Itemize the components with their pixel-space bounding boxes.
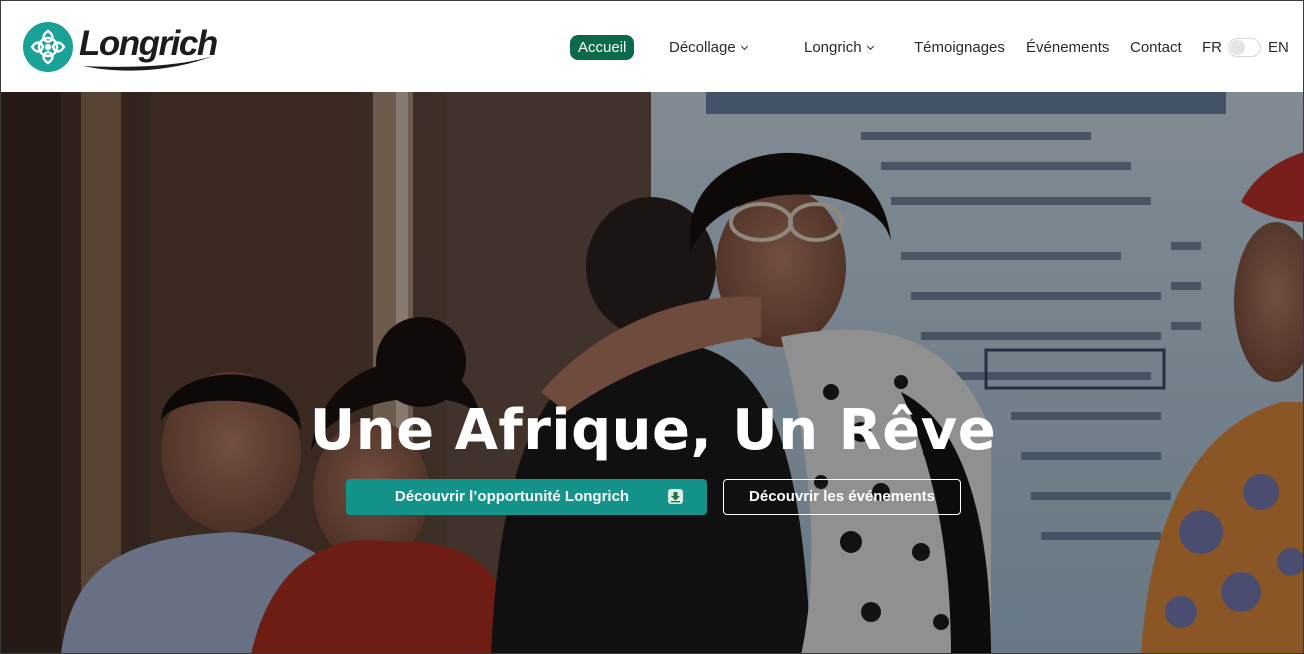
nav-item-temoignages[interactable]: Témoignages — [914, 35, 1005, 60]
nav-item-label: Longrich — [804, 39, 862, 56]
hero-section: Une Afrique, Un Rêve Découvrir l’opportu… — [1, 92, 1303, 653]
language-fr-label[interactable]: FR — [1202, 35, 1222, 60]
site-header: Longrich Accueil Décollage Longrich Témo… — [1, 1, 1303, 92]
discover-opportunity-label: Découvrir l’opportunité Longrich — [394, 488, 630, 505]
nav-item-accueil[interactable]: Accueil — [570, 35, 635, 60]
nav-item-label: Décollage — [669, 39, 736, 56]
hero-overlay — [1, 92, 1303, 653]
chevron-down-icon — [866, 42, 874, 51]
nav-item-longrich[interactable]: Longrich — [804, 35, 874, 60]
language-en-label[interactable]: EN — [1268, 35, 1289, 60]
toggle-knob — [1230, 40, 1245, 55]
discover-events-button[interactable]: Découvrir les événements — [723, 479, 961, 515]
nav-item-evenements[interactable]: Événements — [1026, 35, 1109, 60]
discover-opportunity-button[interactable]: Découvrir l’opportunité Longrich — [346, 479, 707, 515]
download-icon — [668, 489, 683, 504]
language-toggle[interactable] — [1228, 38, 1261, 57]
nav-item-decollage[interactable]: Décollage — [669, 35, 748, 60]
nav-item-contact[interactable]: Contact — [1130, 35, 1182, 60]
hero-title: Une Afrique, Un Rêve — [309, 398, 997, 463]
chevron-down-icon — [740, 42, 748, 51]
main-nav: Accueil Décollage Longrich Témoignages É… — [1, 1, 1303, 92]
page: Longrich Accueil Décollage Longrich Témo… — [0, 0, 1304, 654]
